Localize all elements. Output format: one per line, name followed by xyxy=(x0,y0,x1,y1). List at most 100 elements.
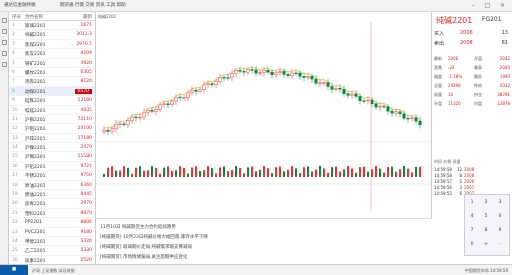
news-item[interactable]: 11月10日 纯碱期货主力合约延续跌势 xyxy=(100,224,176,230)
keypad-key[interactable]: - xyxy=(497,242,503,248)
list-item[interactable]: 9 硅铁2201 12180 xyxy=(9,96,95,106)
news-item[interactable]: [纯碱期货] 市场情绪偏弱,关注后期供应变化 xyxy=(100,254,187,260)
row-idx: 4 xyxy=(12,51,15,57)
keypad-key[interactable]: 1 xyxy=(469,200,475,206)
list-item[interactable]: 13 沪锌2201 17180 xyxy=(9,134,95,144)
volume-bar xyxy=(115,170,117,177)
keypad-key[interactable]: + xyxy=(483,242,489,248)
volume-bar xyxy=(111,166,113,177)
sell-row[interactable]: 卖出 2008 81 xyxy=(434,40,510,50)
volume-bar xyxy=(331,167,333,177)
keypad-key[interactable]: 2 xyxy=(483,200,489,206)
row-idx: 24 xyxy=(12,238,18,244)
candle xyxy=(146,109,150,113)
buy-row[interactable]: 买入 2006 13 xyxy=(434,30,510,40)
list-item[interactable]: 16 沪铅2201 9721 xyxy=(9,162,95,172)
row-price: 8445 xyxy=(80,192,92,198)
news-item[interactable]: [纯碱期货] 玻璃期价走弱,纯碱需求端支撑减弱 xyxy=(100,244,192,250)
keypad-key[interactable]: 5 xyxy=(483,214,489,220)
volume-bar xyxy=(231,169,233,177)
row-idx: 10 xyxy=(12,107,18,113)
list-item[interactable]: 8 动煤2201 6570 xyxy=(9,86,95,97)
list-item[interactable]: 17 不锈2201 9750 xyxy=(9,171,95,181)
candle xyxy=(418,120,422,126)
candle xyxy=(306,75,310,78)
candle xyxy=(314,78,318,84)
row-name: 不锈2201 xyxy=(25,174,46,180)
candle xyxy=(222,77,226,79)
row-price: 2970.5 xyxy=(76,41,92,47)
candle xyxy=(206,83,210,86)
list-item[interactable]: 20 沥青2201 2970 xyxy=(9,199,95,209)
col-name[interactable]: 合约名称 xyxy=(25,14,43,20)
candle xyxy=(158,104,162,110)
list-item[interactable]: 25 乙二2201 5330 xyxy=(9,246,95,256)
list-item[interactable]: 24 甲醇2201 3320 xyxy=(9,237,95,247)
list-item[interactable]: 22 PP2201 8806 xyxy=(9,218,95,228)
window-controls[interactable]: – □ × xyxy=(471,2,509,9)
list-item[interactable]: 19 燃油2201 8445 xyxy=(9,190,95,200)
keypad-key[interactable]: 3 xyxy=(497,200,503,206)
row-price: 6305 xyxy=(80,69,92,75)
news-icon[interactable] xyxy=(2,40,7,45)
volume-bar xyxy=(235,166,237,177)
col-idx[interactable]: 序号 xyxy=(12,14,21,20)
list-item[interactable]: 7 热卷2201 8120 xyxy=(9,77,95,87)
candle xyxy=(302,76,306,78)
row-name: 沥青2201 xyxy=(25,202,46,208)
volume-bar xyxy=(383,172,385,177)
volume-bar xyxy=(367,171,369,177)
keypad-key[interactable]: 0 xyxy=(469,242,475,248)
list-item[interactable]: 1 玻璃2201 1671 xyxy=(9,21,95,31)
candle xyxy=(154,109,158,112)
chart-icon[interactable] xyxy=(2,29,7,34)
keypad-key[interactable]: 6 xyxy=(497,214,503,220)
list-item[interactable]: 14 沪镍2201 2470 xyxy=(9,143,95,153)
list-item[interactable]: 6 螺纹2201 6305 xyxy=(9,68,95,78)
list-item[interactable]: 5 铁矿2201 4920 xyxy=(9,59,95,68)
trade-icon[interactable] xyxy=(2,51,7,56)
candle xyxy=(226,77,230,79)
list-item[interactable]: 12 沪铝2201 20100 xyxy=(9,124,95,134)
list-item[interactable]: 2 纯碱2201 3011.3 xyxy=(9,30,95,40)
chart-canvas[interactable] xyxy=(96,12,432,218)
volume-bar xyxy=(411,172,413,177)
candle xyxy=(318,82,322,84)
list-item[interactable]: 11 沪铜2201 72110 xyxy=(9,115,95,125)
keypad-key[interactable]: 7 xyxy=(469,228,475,234)
row-price: 6570 xyxy=(74,88,92,94)
volume-bar xyxy=(159,173,161,177)
candle xyxy=(118,123,122,125)
row-name: 乙二2201 xyxy=(25,249,46,255)
candle xyxy=(114,123,118,130)
list-item[interactable]: 15 沪锡2201 15580 xyxy=(9,152,95,162)
volume-bar xyxy=(227,171,229,177)
list-item[interactable]: 3 焦煤2201 2970.5 xyxy=(9,40,95,50)
keypad-key[interactable]: 4 xyxy=(469,214,475,220)
list-item[interactable]: 10 锰硅2201 4935 xyxy=(9,106,95,115)
list-item[interactable]: 18 原油2201 6360 xyxy=(9,181,95,191)
kline-chart[interactable]: 纯碱2201 xyxy=(96,12,432,218)
buy-volume: 13 xyxy=(501,30,508,36)
list-item[interactable]: 21 塑料2201 8870 xyxy=(9,209,95,219)
keypad-key[interactable]: 8 xyxy=(483,228,489,234)
settings-icon[interactable] xyxy=(2,62,7,67)
candle xyxy=(106,129,110,132)
volume-bar xyxy=(167,166,169,177)
row-idx: 14 xyxy=(12,145,18,151)
keypad: 1 2 3 4 5 6 7 8 9 0 + - xyxy=(464,194,510,256)
col-price[interactable]: 最新 xyxy=(83,14,92,20)
menu-bar[interactable]: 期货通 行情 交易 资讯 工具 帮助 xyxy=(60,2,126,8)
row-name: 尿素2201 xyxy=(25,258,46,264)
news-item[interactable]: [纯碱期货] 10月23日纯碱价格大幅回落,库存水平下降 xyxy=(100,234,208,240)
contract-list: 序号 合约名称 最新 1 玻璃2201 1671 2 纯碱2201 3011.3 3 焦煤22… xyxy=(9,12,96,266)
list-item[interactable]: 23 PVC2201 9180 xyxy=(9,228,95,237)
list-item[interactable]: 4 焦炭2201 4209 xyxy=(9,49,95,59)
row-idx: 20 xyxy=(12,201,18,207)
row-idx: 25 xyxy=(12,248,18,254)
keypad-key[interactable]: 9 xyxy=(497,228,503,234)
quote-icon[interactable] xyxy=(2,18,7,23)
quote-row: 总量 24198 昨结 2032 xyxy=(434,83,510,88)
volume-bar xyxy=(391,166,393,177)
volume-bar xyxy=(399,169,401,177)
